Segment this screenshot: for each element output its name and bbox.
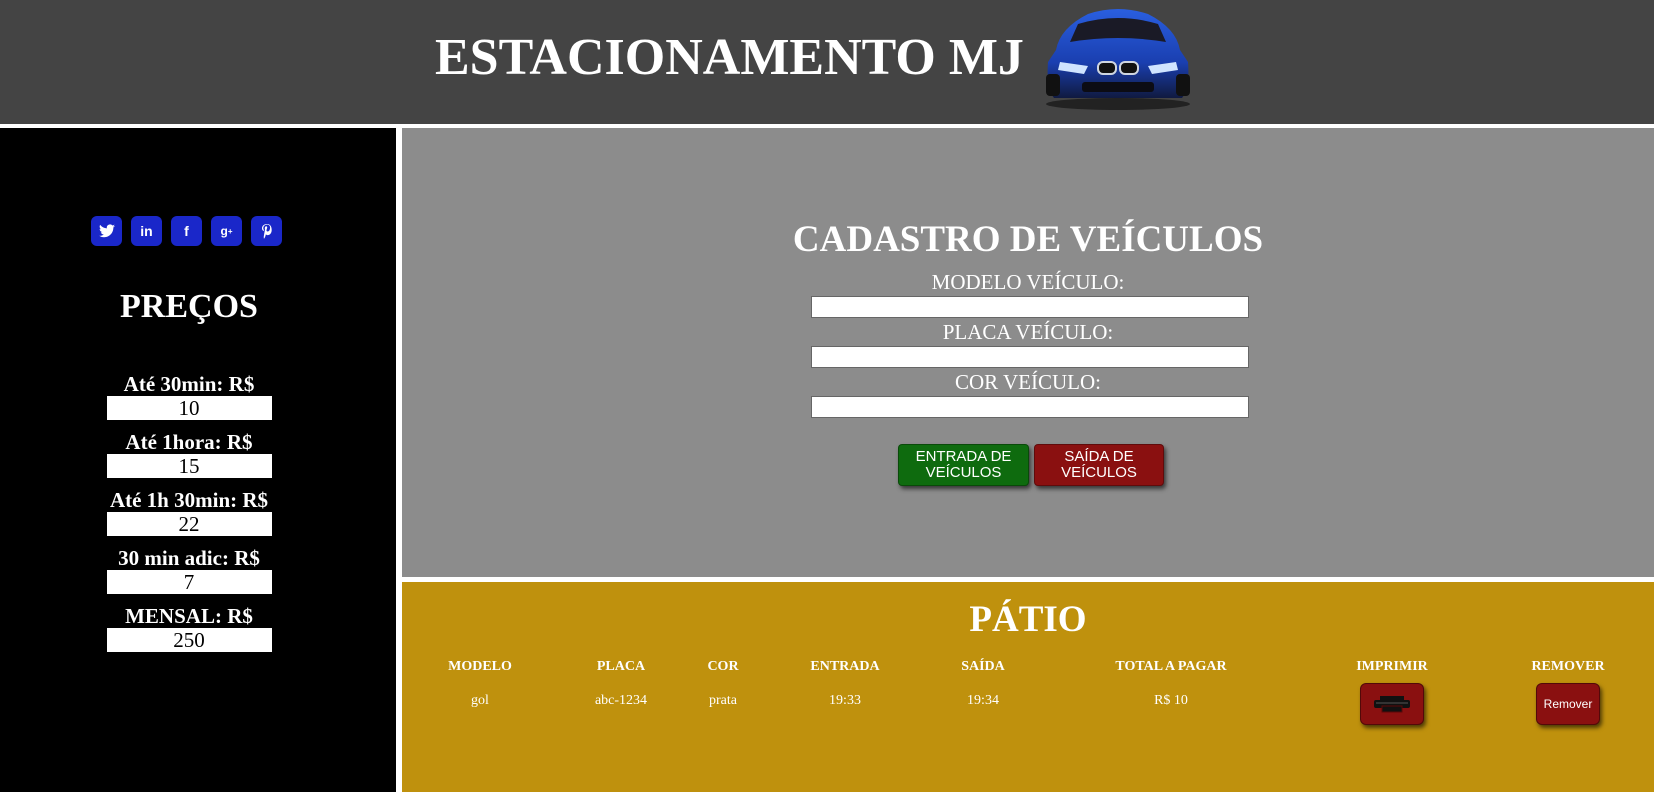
saida-label-line1: SAÍDA DE: [1064, 448, 1134, 465]
price-label: Até 1h 30min: R$: [109, 488, 269, 512]
price-value[interactable]: 7: [106, 570, 272, 594]
cell-placa: abc-1234: [594, 693, 648, 708]
entrada-label-line2: VEÍCULOS: [925, 464, 1002, 481]
price-item: 30 min adic: R$ 7: [0, 547, 378, 594]
saida-label-line2: VEÍCULOS: [1061, 464, 1137, 481]
price-label: MENSAL: R$: [125, 604, 253, 628]
cadastro-panel: CADASTRO DE VEÍCULOS MODELO VEÍCULO: PLA…: [402, 128, 1654, 577]
price-item: Até 1hora: R$ 15: [0, 431, 378, 478]
cell-modelo: gol: [471, 693, 489, 708]
modelo-label: MODELO VEÍCULO:: [931, 270, 1125, 294]
column-header: TOTAL A PAGAR: [1115, 659, 1227, 674]
price-value[interactable]: 250: [106, 628, 272, 652]
cell-total: R$ 10: [1154, 693, 1188, 708]
facebook-icon[interactable]: f: [171, 216, 202, 246]
patio-title: PÁTIO: [969, 599, 1087, 640]
site-title: ESTACIONAMENTO MJ: [435, 29, 1024, 86]
price-item: Até 30min: R$ 10: [0, 373, 378, 420]
column-header: MODELO: [448, 659, 512, 674]
column-header: IMPRIMIR: [1356, 659, 1428, 674]
price-label: Até 30min: R$: [123, 372, 255, 396]
column-header: PLACA: [596, 659, 646, 674]
entrada-label-line1: ENTRADA DE: [915, 448, 1012, 465]
price-item: Até 1h 30min: R$ 22: [0, 489, 378, 536]
twitter-icon[interactable]: [91, 216, 122, 246]
print-button[interactable]: [1360, 683, 1424, 725]
price-label: 30 min adic: R$: [118, 546, 260, 570]
price-value[interactable]: 22: [106, 512, 272, 536]
precos-title: PREÇOS: [120, 288, 258, 325]
column-header: ENTRADA: [810, 659, 880, 674]
cell-saida: 19:34: [967, 693, 999, 708]
patio-panel: PÁTIO MODELO PLACA COR ENTRADA SAÍDA TOT…: [402, 582, 1654, 792]
social-links: in f g +: [91, 216, 282, 246]
column-header: SAÍDA: [961, 659, 1005, 674]
column-header: COR: [707, 659, 739, 674]
price-value[interactable]: 10: [106, 396, 272, 420]
price-label: Até 1hora: R$: [125, 430, 253, 454]
header: ESTACIONAMENTO MJ: [0, 0, 1654, 124]
cell-cor: prata: [709, 693, 737, 708]
printer-icon: [1374, 696, 1410, 713]
entrada-button[interactable]: ENTRADA DE VEÍCULOS: [898, 444, 1029, 486]
linkedin-icon[interactable]: in: [131, 216, 162, 246]
remove-button[interactable]: Remover: [1536, 683, 1600, 725]
column-header: REMOVER: [1531, 659, 1605, 674]
cadastro-title: CADASTRO DE VEÍCULOS: [792, 219, 1264, 260]
saida-button[interactable]: SAÍDA DE VEÍCULOS: [1034, 444, 1164, 486]
sidebar: in f g + PREÇOS Até 30min: R$ 10 Até 1hor…: [0, 128, 396, 792]
cor-input[interactable]: [811, 396, 1249, 418]
pinterest-icon[interactable]: [251, 216, 282, 246]
modelo-input[interactable]: [811, 296, 1249, 318]
car-icon: [1046, 9, 1190, 110]
price-value[interactable]: 15: [106, 454, 272, 478]
cor-label: COR VEÍCULO:: [954, 370, 1102, 394]
placa-input[interactable]: [811, 346, 1249, 368]
placa-label: PLACA VEÍCULO:: [942, 320, 1114, 344]
cell-entrada: 19:33: [829, 693, 861, 708]
price-item: MENSAL: R$ 250: [0, 605, 378, 652]
google-plus-icon[interactable]: g +: [211, 216, 242, 246]
